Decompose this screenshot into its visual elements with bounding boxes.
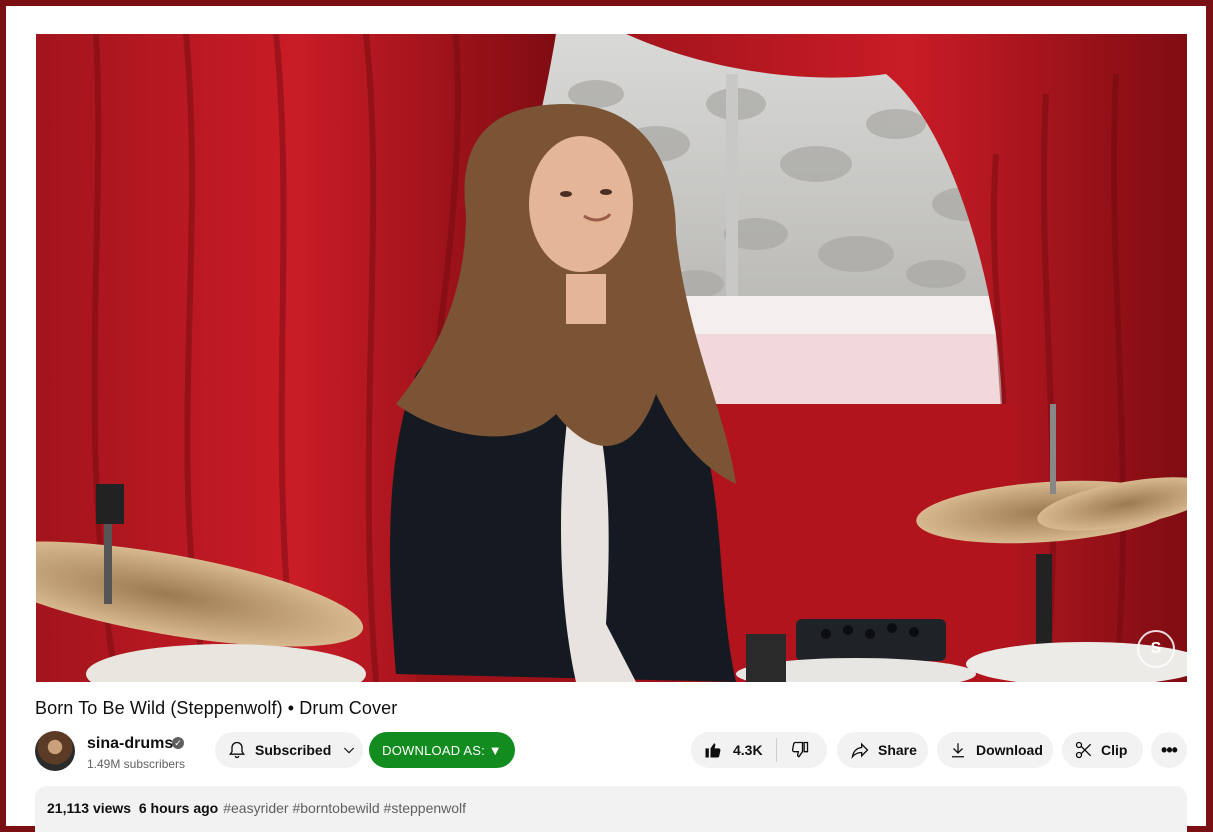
chevron-down-icon <box>341 742 357 758</box>
subscribed-label: Subscribed <box>255 742 332 758</box>
download-as-button[interactable]: DOWNLOAD AS: ▼ <box>369 732 515 768</box>
channel-name[interactable]: sina-drums <box>87 735 173 753</box>
scissors-icon <box>1074 740 1094 760</box>
share-button[interactable]: Share <box>837 732 928 768</box>
like-dislike-group: 4.3K <box>691 732 827 768</box>
download-label: Download <box>976 742 1043 758</box>
video-player[interactable]: S <box>36 34 1187 682</box>
subscriber-count: 1.49M subscribers <box>87 757 186 771</box>
video-frame-image <box>36 34 1187 682</box>
thumbs-down-icon[interactable] <box>790 740 810 760</box>
subscribed-button[interactable]: Subscribed <box>215 732 363 768</box>
hashtags[interactable]: #easyrider #borntobewild #steppenwolf <box>223 800 466 816</box>
like-count[interactable]: 4.3K <box>733 742 763 758</box>
verified-icon: ✓ <box>172 737 184 749</box>
bell-icon <box>227 740 247 760</box>
more-actions-button[interactable]: ••• <box>1151 732 1187 768</box>
clip-label: Clip <box>1101 742 1128 758</box>
download-button[interactable]: Download <box>937 732 1053 768</box>
page-frame: S Born To Be Wild (Steppenwolf) • Drum C… <box>6 6 1206 832</box>
channel-row: sina-drums ✓ 1.49M subscribers Subscribe… <box>35 730 1187 772</box>
video-title: Born To Be Wild (Steppenwolf) • Drum Cov… <box>35 698 398 718</box>
description-box[interactable]: 21,113 views 6 hours ago #easyrider #born… <box>35 786 1187 832</box>
channel-avatar[interactable] <box>35 731 75 771</box>
like-divider <box>775 738 777 762</box>
clip-button[interactable]: Clip <box>1062 732 1143 768</box>
download-icon <box>949 741 967 759</box>
share-label: Share <box>878 742 917 758</box>
thumbs-up-icon[interactable] <box>703 740 723 760</box>
view-count: 21,113 views <box>47 800 132 816</box>
description-meta: 21,113 views 6 hours ago #easyrider #born… <box>47 800 466 816</box>
upload-age: 6 hours ago <box>138 800 219 816</box>
share-icon <box>849 740 871 760</box>
channel-watermark-logo[interactable]: S <box>1137 630 1175 668</box>
